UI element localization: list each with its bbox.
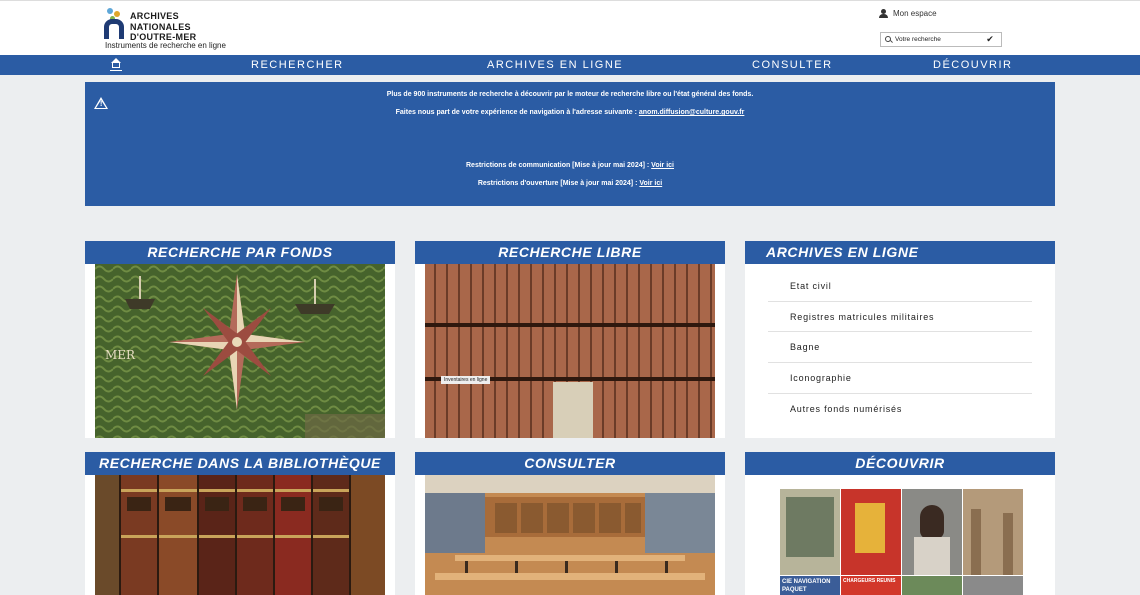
reading-room-image[interactable] bbox=[425, 475, 715, 595]
nav-consulter[interactable]: CONSULTER bbox=[752, 59, 833, 71]
card-title: Découvrir bbox=[745, 452, 1055, 475]
link-iconographie[interactable]: Iconographie bbox=[768, 363, 1032, 394]
search-input[interactable] bbox=[895, 33, 983, 46]
link-bagne[interactable]: Bagne bbox=[768, 332, 1032, 364]
logo[interactable]: ARCHIVES NATIONALES D'OUTRE-MER bbox=[104, 7, 196, 43]
poster-tile[interactable]: CHARGEURS REUNIS bbox=[841, 576, 901, 595]
poster-tile[interactable]: CIE NAVIGATION PAQUET bbox=[780, 576, 840, 595]
poster-tile[interactable] bbox=[780, 489, 840, 575]
poster-tile[interactable] bbox=[963, 576, 1023, 595]
poster-tile[interactable] bbox=[902, 489, 962, 575]
card-consulter[interactable]: Consulter bbox=[415, 452, 725, 595]
site-subtitle: Instruments de recherche en ligne bbox=[105, 41, 226, 50]
poster-tile[interactable] bbox=[963, 489, 1023, 575]
archive-shelves-image[interactable]: Inventaires en ligne bbox=[425, 264, 715, 438]
restrictions-ouverture-link[interactable]: Voir ici bbox=[639, 180, 662, 187]
card-title: Consulter bbox=[415, 452, 725, 475]
compass-rose-map-image[interactable]: MER bbox=[95, 264, 385, 438]
poster-tile[interactable] bbox=[841, 489, 901, 575]
account-link[interactable]: Mon espace bbox=[879, 9, 937, 18]
nav-decouvrir[interactable]: DÉCOUVRIR bbox=[933, 59, 1013, 71]
logo-text: ARCHIVES NATIONALES D'OUTRE-MER bbox=[130, 11, 196, 43]
warning-icon: ! bbox=[94, 97, 108, 109]
main-nav: RECHERCHER ARCHIVES EN LIGNE CONSULTER D… bbox=[0, 55, 1140, 75]
image-caption: Inventaires en ligne bbox=[441, 376, 491, 384]
logo-mark-icon bbox=[104, 7, 124, 39]
card-title: Archives en ligne bbox=[745, 241, 1055, 264]
link-etat-civil[interactable]: Etat civil bbox=[768, 271, 1032, 302]
restrictions-communication-link[interactable]: Voir ici bbox=[651, 162, 674, 169]
svg-text:MER: MER bbox=[105, 348, 136, 362]
card-archives-en-ligne: Archives en ligne Etat civil Registres m… bbox=[745, 241, 1055, 438]
card-recherche-libre[interactable]: Recherche libre bbox=[415, 241, 725, 438]
search-box: ✔ bbox=[880, 32, 1002, 47]
banner-text: Restrictions de communication [Mise à jo… bbox=[466, 162, 652, 169]
poster-tile[interactable] bbox=[902, 576, 962, 595]
info-banner: ! Plus de 900 instruments de recherche à… bbox=[85, 82, 1055, 206]
card-title: Recherche dans la bibliothèque bbox=[85, 452, 395, 475]
banner-text: Faites nous part de votre expérience de … bbox=[395, 109, 639, 116]
banner-line: Faites nous part de votre expérience de … bbox=[85, 109, 1055, 116]
home-icon[interactable] bbox=[110, 58, 122, 71]
card-title: Recherche libre bbox=[415, 241, 725, 264]
archives-links-list: Etat civil Registres matricules militair… bbox=[768, 271, 1032, 424]
search-submit-check-icon[interactable]: ✔ bbox=[983, 34, 997, 45]
old-books-image[interactable] bbox=[95, 475, 385, 595]
poster-mosaic[interactable]: CIE NAVIGATION PAQUET CHARGEURS REUNIS bbox=[780, 489, 1023, 595]
card-recherche-par-fonds[interactable]: Recherche par fonds bbox=[85, 241, 395, 438]
site-header: ARCHIVES NATIONALES D'OUTRE-MER Instrume… bbox=[0, 0, 1140, 55]
nav-rechercher[interactable]: RECHERCHER bbox=[251, 59, 344, 71]
logo-line: NATIONALES bbox=[130, 21, 191, 32]
search-icon bbox=[881, 33, 895, 46]
card-recherche-bibliotheque[interactable]: Recherche dans la bibliothèque bbox=[85, 452, 395, 595]
user-icon bbox=[879, 9, 888, 18]
banner-line: Restrictions d'ouverture [Mise à jour ma… bbox=[85, 180, 1055, 187]
card-decouvrir[interactable]: Découvrir CIE NAVIGATION PAQUET CHARGEUR… bbox=[745, 452, 1055, 595]
nav-archives-en-ligne[interactable]: ARCHIVES EN LIGNE bbox=[487, 59, 623, 71]
email-link[interactable]: anom.diffusion@culture.gouv.fr bbox=[639, 109, 744, 116]
banner-line: Plus de 900 instruments de recherche à d… bbox=[386, 91, 754, 98]
banner-text: Restrictions d'ouverture [Mise à jour ma… bbox=[477, 180, 640, 187]
account-label: Mon espace bbox=[893, 9, 937, 18]
card-title: Recherche par fonds bbox=[85, 241, 395, 264]
link-registres-matricules[interactable]: Registres matricules militaires bbox=[768, 302, 1032, 333]
logo-line: ARCHIVES bbox=[130, 11, 179, 21]
link-autres-fonds[interactable]: Autres fonds numérisés bbox=[768, 394, 1032, 425]
banner-line: Restrictions de communication [Mise à jo… bbox=[85, 162, 1055, 169]
